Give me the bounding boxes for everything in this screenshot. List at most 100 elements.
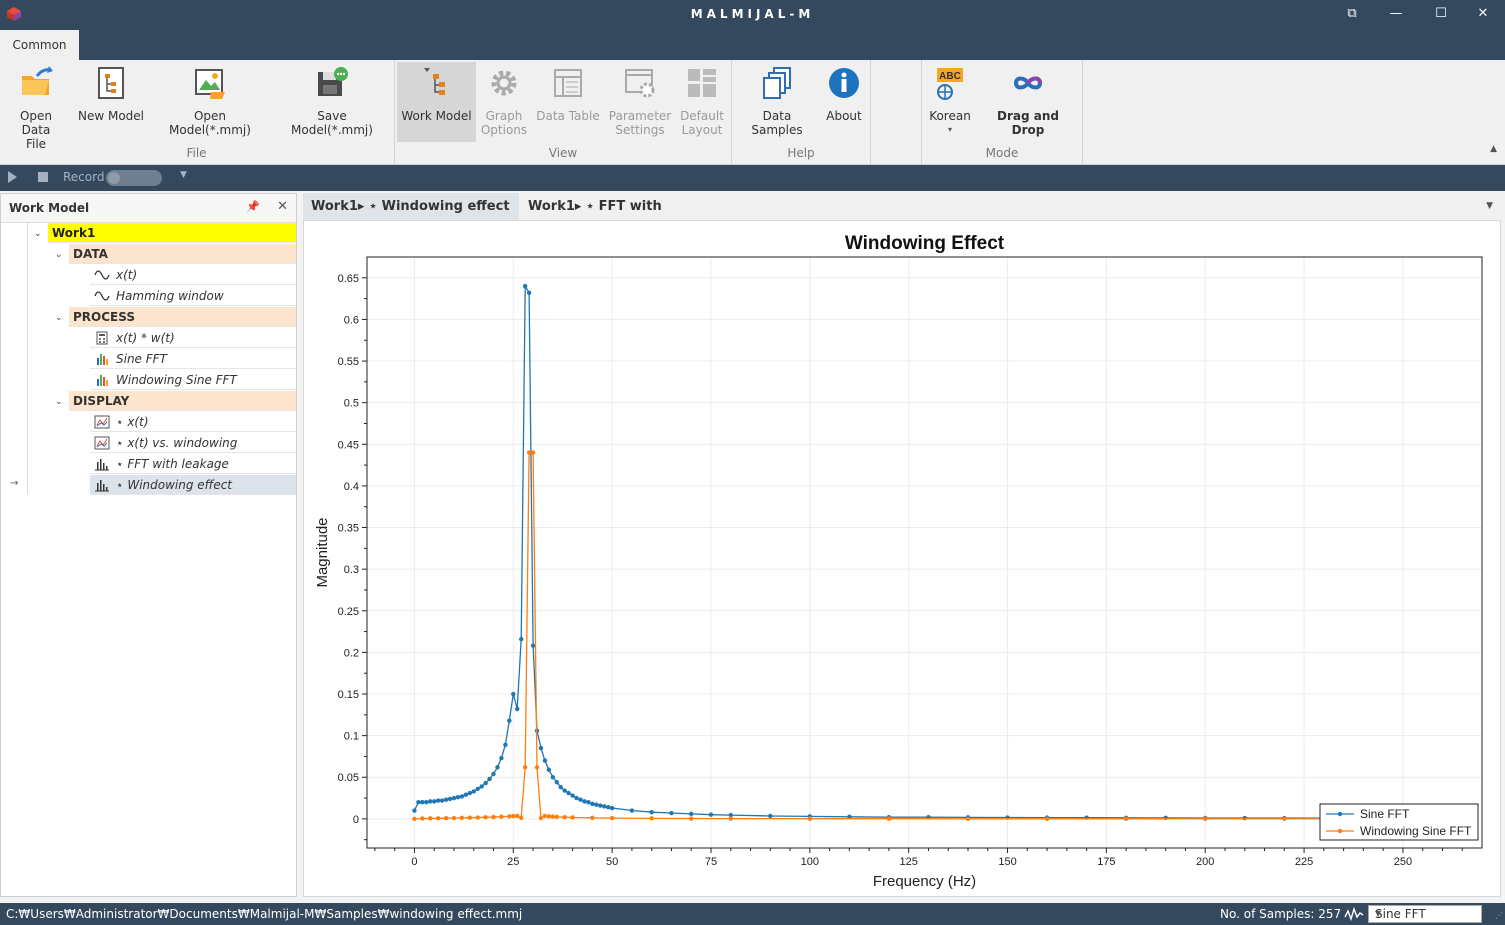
tree-group-data[interactable]: DATA	[69, 244, 296, 264]
pin-icon[interactable]: 📌	[246, 200, 260, 213]
about-button[interactable]: About	[822, 64, 866, 123]
data-point-0	[1242, 815, 1247, 821]
y-tick-label: 0.65	[338, 273, 359, 285]
data-point-0	[479, 784, 484, 789]
tree-group-process[interactable]: PROCESS	[69, 307, 296, 327]
tree-item-sine-fft[interactable]: Sine FFT	[90, 349, 296, 369]
data-point-1	[499, 814, 504, 819]
infinity-icon	[1013, 76, 1043, 90]
chart-panel: Windowing Effect 0 25 50 75 100 125 150 175 200 22…	[303, 220, 1501, 897]
language-korean-button[interactable]: ABC Korean ▾	[926, 64, 974, 137]
data-point-0	[467, 790, 473, 796]
tree-item-hamming-window[interactable]: Hamming window	[90, 286, 296, 306]
data-point-1	[522, 765, 528, 770]
x-tick-label: 150	[998, 856, 1016, 868]
close-button[interactable]: ✕	[1470, 5, 1496, 23]
x-tick-label: 225	[1295, 856, 1313, 868]
data-point-1	[689, 816, 694, 821]
resize-grip-icon[interactable]: ⋰	[1495, 911, 1503, 920]
status-bar: C:₩Users₩Administrator₩Documents₩Malmija…	[0, 903, 1505, 925]
default-layout-button[interactable]: Default Layout	[676, 64, 728, 137]
parameter-settings-button[interactable]: Parameter Settings	[608, 64, 672, 137]
data-point-1	[965, 816, 971, 821]
data-point-0	[412, 808, 417, 813]
settings-window-icon	[625, 69, 655, 98]
graph-options-button[interactable]: Graph Options	[478, 64, 530, 137]
data-table-button[interactable]: Data Table	[535, 64, 601, 123]
restore-layout-icon[interactable]: ⧉	[1339, 5, 1365, 23]
chevron-down-icon[interactable]: ⌄	[55, 250, 63, 260]
chevron-down-icon[interactable]: ⌄	[55, 313, 63, 323]
new-model-icon	[98, 67, 124, 99]
data-point-1	[491, 814, 496, 820]
save-model-button[interactable]: Save Model(*.mmj)	[275, 64, 389, 137]
legend-label: Sine FFT	[1360, 807, 1410, 821]
tree-item-windowing-effect[interactable]: ⋆ Windowing effect	[90, 475, 296, 495]
data-point-0	[447, 796, 453, 802]
record-toggle[interactable]	[106, 170, 162, 186]
data-point-0	[530, 643, 536, 648]
save-model-label: Save Model(*.mmj)	[291, 109, 373, 137]
tab-list-dropdown-icon[interactable]: ▼	[1486, 201, 1493, 211]
stop-icon[interactable]	[38, 172, 48, 182]
tree-item-xt[interactable]: x(t)	[90, 265, 296, 285]
data-samples-button[interactable]: Data Samples	[737, 64, 817, 137]
chevron-down-icon[interactable]: ⌄	[55, 397, 63, 407]
tab-fft-with-leakage[interactable]: Work1▸ ⋆ FFT with leakage	[520, 193, 726, 241]
x-tick-label: 25	[507, 856, 519, 868]
drag-and-drop-button[interactable]: Drag and Drop	[980, 64, 1076, 137]
parameter-settings-label-2: Settings	[615, 123, 665, 137]
data-point-1	[475, 815, 480, 820]
about-label: About	[826, 109, 862, 123]
new-model-button[interactable]: New Model	[76, 64, 146, 123]
chevron-down-icon[interactable]: ▼	[180, 170, 187, 180]
data-point-0	[609, 805, 615, 811]
data-point-0	[554, 780, 559, 785]
info-icon	[829, 68, 859, 98]
open-model-icon	[195, 69, 225, 99]
tree-item-multiply[interactable]: x(t) * w(t)	[90, 328, 296, 348]
data-point-0	[503, 742, 508, 747]
tree-item-fft-with-leakage[interactable]: ⋆ FFT with leakage	[90, 454, 296, 474]
x-tick-label: 75	[705, 856, 717, 868]
windowing-effect-chart[interactable]: Windowing Effect 0 25 50 75 100 125 150 175 200 22…	[304, 221, 1500, 896]
data-point-0	[578, 797, 583, 802]
work-model-icon	[423, 68, 445, 95]
data-point-0	[475, 786, 480, 792]
open-data-file-button[interactable]: Open Data File	[4, 64, 68, 151]
chevron-down-icon[interactable]: ⌄	[34, 229, 42, 239]
data-point-0	[586, 800, 591, 805]
tree-item-windowing-sine-fft[interactable]: Windowing Sine FFT	[90, 370, 296, 390]
tree-item-display-xt[interactable]: ⋆ x(t)	[90, 412, 296, 432]
group-separator	[870, 60, 871, 164]
record-toolbar: Record ▼	[0, 165, 1505, 191]
data-point-0	[424, 800, 429, 805]
y-tick-label: 0	[353, 814, 359, 826]
data-point-1	[546, 814, 552, 819]
tree-item-xt-vs-windowing[interactable]: ⋆ x(t) vs. windowing	[90, 433, 296, 453]
work-model-button[interactable]: Work Model	[397, 62, 476, 142]
window-title: MALMIJAL-M	[690, 7, 815, 21]
data-point-0	[499, 755, 504, 761]
maximize-button[interactable]: ☐	[1428, 5, 1454, 23]
minimize-button[interactable]: —	[1383, 5, 1409, 23]
close-icon[interactable]: ✕	[277, 199, 288, 214]
open-model-button[interactable]: Open Model(*.mmj)	[152, 64, 268, 137]
y-tick-label: 0.2	[344, 647, 359, 659]
current-row-arrow-icon: →	[10, 478, 19, 489]
series-selector[interactable]: Sine FFT ▼	[1368, 905, 1482, 923]
file-path: C:₩Users₩Administrator₩Documents₩Malmija…	[6, 907, 523, 921]
data-point-0	[455, 795, 461, 800]
tree-group-display[interactable]: DISPLAY	[69, 391, 296, 411]
save-icon	[318, 67, 348, 96]
ribbon-collapse-icon[interactable]: ▲	[1490, 144, 1497, 154]
data-point-0	[708, 812, 714, 817]
tab-windowing-effect[interactable]: Work1▸ ⋆ Windowing effect✕	[303, 193, 519, 239]
data-point-0	[435, 798, 441, 803]
play-icon[interactable]	[8, 171, 17, 183]
tree-root-work1[interactable]: Work1	[48, 223, 296, 243]
data-point-1	[467, 815, 473, 820]
parameter-settings-label-1: Parameter	[608, 109, 672, 123]
y-axis-label: Magnitude	[314, 517, 331, 587]
tab-common[interactable]: Common	[0, 30, 79, 60]
